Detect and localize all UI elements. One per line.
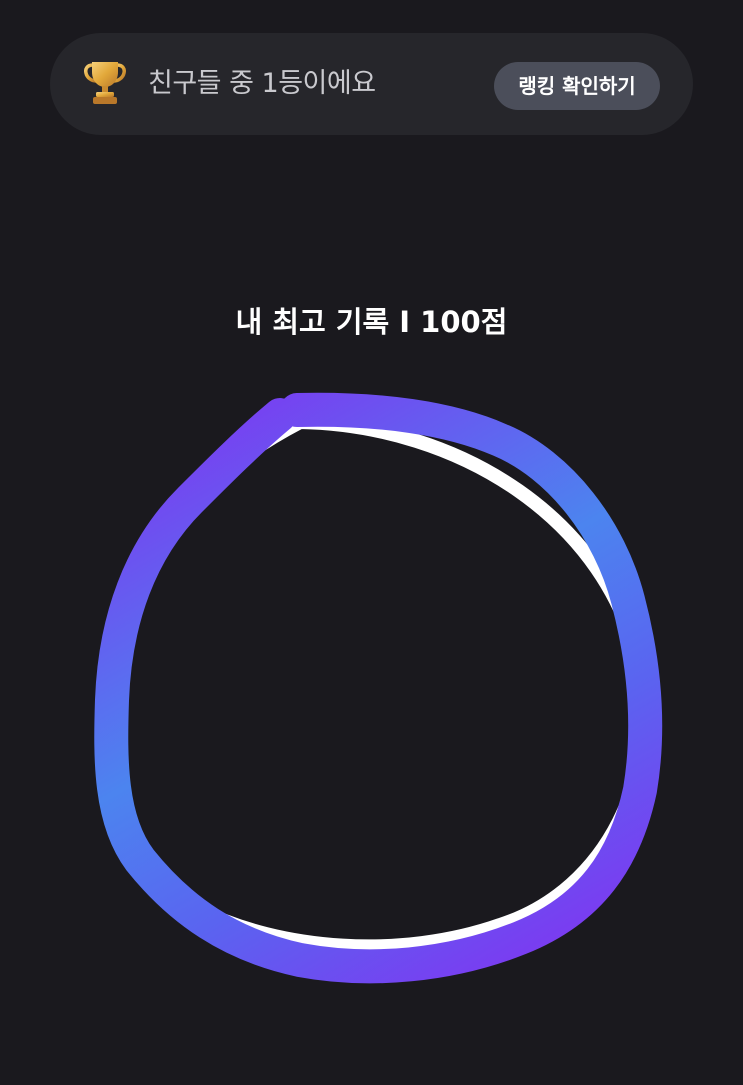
drawn-circle: [94, 392, 663, 984]
trophy-icon: [84, 62, 126, 104]
best-record-label: 내 최고 기록 I 100점: [235, 305, 508, 339]
check-ranking-button[interactable]: 랭킹 확인하기: [494, 62, 660, 110]
ranking-message: 친구들 중 1등이에요: [148, 68, 376, 99]
screen: 친구들 중 1등이에요 랭킹 확인하기 내 최고 기록 I 100점: [0, 0, 743, 1085]
